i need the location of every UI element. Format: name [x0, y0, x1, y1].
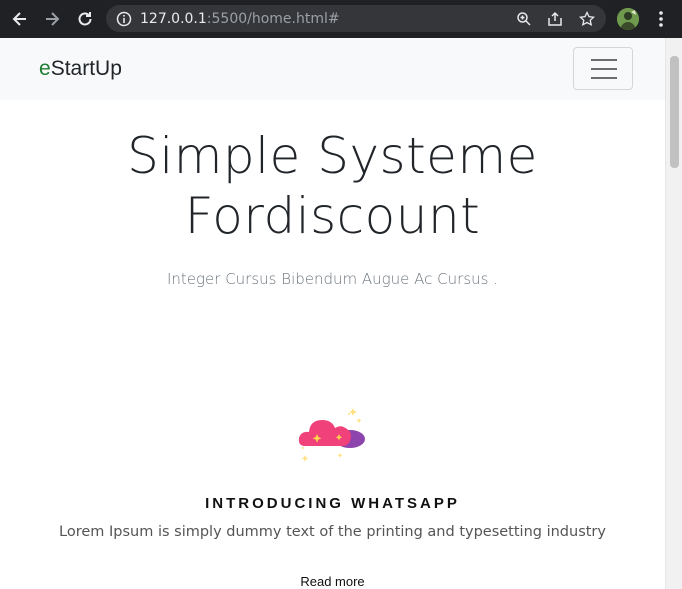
menu-kebab-icon[interactable]: [651, 8, 671, 30]
hamburger-icon: [591, 77, 617, 79]
bookmark-star-icon[interactable]: [577, 9, 597, 29]
hero-subtitle: Integer Cursus Bibendum Augue Ac Cursus …: [166, 270, 499, 288]
url-path: :5500/home.html#: [206, 11, 340, 27]
hero-title: Simple Systeme Fordiscount: [0, 126, 665, 246]
hamburger-icon: [591, 68, 617, 70]
hero-title-line-1: Simple Systeme: [127, 127, 538, 185]
site-navbar: eStartUp: [0, 38, 665, 100]
hamburger-icon: [591, 59, 617, 61]
back-arrow-icon[interactable]: [9, 8, 31, 30]
cloud-icon: [295, 400, 371, 470]
navbar-toggler-button[interactable]: [573, 47, 633, 90]
browser-toolbar: 127.0.0.1:5500/home.html#: [0, 0, 682, 38]
page-scrollbar[interactable]: [665, 38, 682, 589]
brand-first-letter: e: [39, 57, 51, 80]
scrollbar-thumb[interactable]: [670, 56, 679, 168]
page-viewport: eStartUp Simple Systeme Fordiscount Inte…: [0, 38, 665, 589]
address-bar[interactable]: 127.0.0.1:5500/home.html#: [106, 5, 606, 32]
hero-title-line-2: Fordiscount: [184, 187, 481, 245]
brand-name: StartUp: [50, 57, 122, 80]
forward-arrow-icon[interactable]: [41, 8, 63, 30]
share-icon[interactable]: [545, 9, 565, 29]
profile-avatar[interactable]: [617, 8, 639, 30]
url-text[interactable]: 127.0.0.1:5500/home.html#: [140, 11, 340, 27]
info-icon[interactable]: [114, 9, 134, 29]
brand-logo[interactable]: eStartUp: [39, 57, 122, 81]
feature-title: INTRODUCING WHATSAPP: [205, 495, 460, 512]
feature-description: Lorem Ipsum is simply dummy text of the …: [59, 524, 606, 540]
zoom-icon[interactable]: [514, 9, 534, 29]
reload-icon[interactable]: [74, 8, 96, 30]
url-host: 127.0.0.1: [140, 11, 207, 27]
read-more-link[interactable]: Read more: [0, 574, 665, 589]
